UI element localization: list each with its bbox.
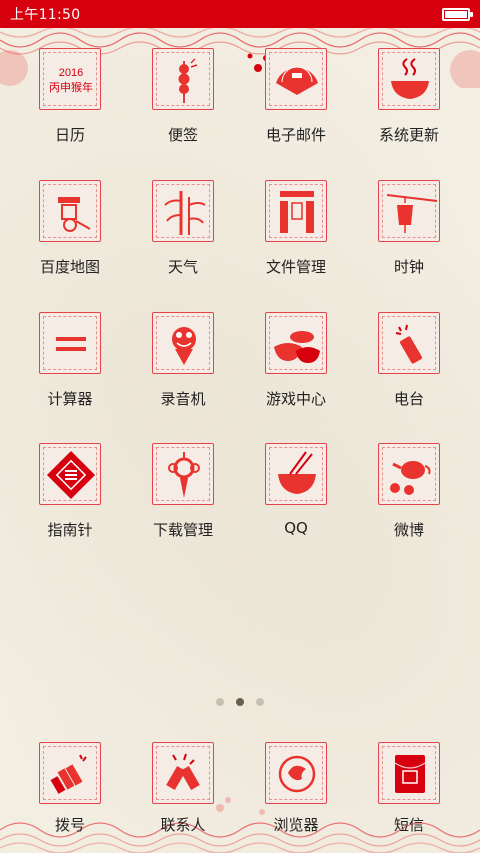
app-label: 游戏中心 bbox=[265, 390, 326, 408]
couplets-icon bbox=[265, 180, 327, 242]
app-browser[interactable]: 浏览器 bbox=[240, 742, 352, 842]
firecracker-icon bbox=[378, 312, 440, 374]
status-time: 上午11:50 bbox=[10, 7, 81, 23]
app-weather[interactable]: 天气 bbox=[127, 180, 239, 290]
app-baidu-map[interactable]: 百度地图 bbox=[14, 180, 126, 290]
app-clock[interactable]: 时钟 bbox=[353, 180, 465, 290]
rickshaw-icon bbox=[39, 180, 101, 242]
gold-ingot-icon bbox=[265, 312, 327, 374]
app-label: 文件管理 bbox=[265, 258, 326, 276]
app-label: 系统更新 bbox=[378, 126, 439, 144]
app-label: 便签 bbox=[167, 126, 198, 144]
calendar-zodiac-text: 丙申猴年 bbox=[49, 80, 93, 94]
dock: 拨号 联系人 浏览器 短信 bbox=[0, 742, 480, 853]
page-dot[interactable] bbox=[256, 698, 264, 706]
app-label: 联系人 bbox=[160, 816, 206, 834]
app-contacts[interactable]: 联系人 bbox=[127, 742, 239, 842]
app-recorder[interactable]: 录音机 bbox=[127, 312, 239, 422]
app-label: 电台 bbox=[393, 390, 424, 408]
bamboo-icon bbox=[152, 180, 214, 242]
app-label: 短信 bbox=[393, 816, 424, 834]
app-label: 日历 bbox=[54, 126, 85, 144]
equals-icon bbox=[39, 312, 101, 374]
app-label: 指南针 bbox=[47, 521, 93, 539]
app-label: 电子邮件 bbox=[265, 126, 326, 144]
page-dot-active[interactable] bbox=[236, 698, 244, 706]
app-email[interactable]: 电子邮件 bbox=[240, 48, 352, 158]
app-calendar[interactable]: 2016 丙申猴年 日历 bbox=[14, 48, 126, 158]
fan-mail-icon bbox=[265, 48, 327, 110]
lantern-icon bbox=[378, 180, 440, 242]
app-label: QQ bbox=[284, 519, 308, 537]
app-notes[interactable]: 便签 bbox=[127, 48, 239, 158]
calendar-icon: 2016 丙申猴年 bbox=[39, 48, 101, 110]
app-system-update[interactable]: 系统更新 bbox=[353, 48, 465, 158]
app-qq[interactable]: QQ bbox=[240, 443, 352, 553]
app-label: 时钟 bbox=[393, 258, 424, 276]
app-dialer[interactable]: 拨号 bbox=[14, 742, 126, 842]
app-file-manager[interactable]: 文件管理 bbox=[240, 180, 352, 290]
calendar-year-text: 2016 bbox=[59, 67, 83, 79]
app-download-manager[interactable]: 下载管理 bbox=[127, 443, 239, 553]
battery-icon bbox=[442, 7, 473, 21]
teapot-icon bbox=[378, 443, 440, 505]
app-label: 百度地图 bbox=[39, 258, 100, 276]
app-label: 计算器 bbox=[47, 390, 93, 408]
steaming-bowl-icon bbox=[378, 48, 440, 110]
app-label: 录音机 bbox=[160, 390, 206, 408]
candied-haws-icon bbox=[152, 48, 214, 110]
fish-icon bbox=[152, 312, 214, 374]
app-weibo[interactable]: 微博 bbox=[353, 443, 465, 553]
app-calculator[interactable]: 计算器 bbox=[14, 312, 126, 422]
app-compass[interactable]: 指南针 bbox=[14, 443, 126, 553]
app-label: 天气 bbox=[167, 258, 198, 276]
page-indicator bbox=[0, 698, 480, 710]
app-radio[interactable]: 电台 bbox=[353, 312, 465, 422]
red-envelope-icon bbox=[378, 742, 440, 804]
firecracker-bundle-icon bbox=[39, 742, 101, 804]
app-label: 拨号 bbox=[54, 816, 85, 834]
page-dot[interactable] bbox=[216, 698, 224, 706]
noodle-bowl-icon bbox=[265, 443, 327, 505]
swirl-circle-icon bbox=[265, 742, 327, 804]
status-bar: 上午11:50 bbox=[0, 0, 480, 28]
fu-diamond-icon bbox=[39, 443, 101, 505]
app-label: 微博 bbox=[393, 521, 424, 539]
app-label: 浏览器 bbox=[273, 816, 319, 834]
chinese-knot-icon bbox=[152, 443, 214, 505]
app-messages[interactable]: 短信 bbox=[353, 742, 465, 842]
app-game-center[interactable]: 游戏中心 bbox=[240, 312, 352, 422]
app-label: 下载管理 bbox=[152, 521, 213, 539]
firecrackers-icon bbox=[152, 742, 214, 804]
